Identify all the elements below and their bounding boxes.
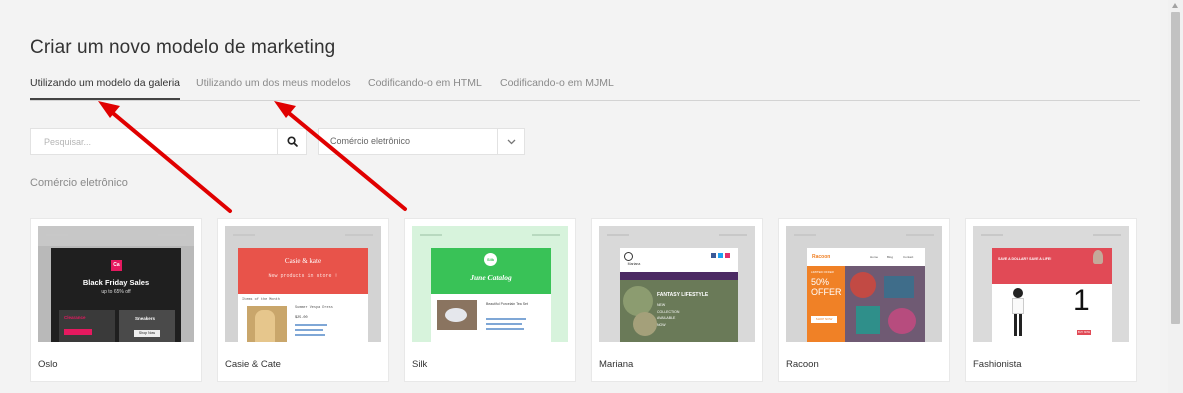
category-select[interactable]: Comércio eletrônico [318,128,525,155]
racoon-nav-home: Home [870,255,879,259]
oslo-button: Shop Now [134,330,160,337]
tab-html-code[interactable]: Codificando-o em HTML [368,77,482,89]
casie-product: Summer Vespa Dress [295,306,333,310]
oslo-subline: up to 65% off [101,289,131,295]
racoon-nav-contact: Contact [903,255,914,259]
template-name: Silk [412,359,428,370]
fashionista-button: BUY NOW [1077,330,1091,335]
oslo-tile-right: Sneakers [135,316,156,321]
fashionista-tagline: SAVE A DOLLAR? SAVE A LIFE! [998,257,1052,261]
chevron-down-icon [507,139,515,144]
racoon-logo: Racoon [812,254,831,260]
template-name: Mariana [599,359,634,370]
template-card-fashionista[interactable]: SAVE A DOLLAR? SAVE A LIFE! 1 BUY NOW Fa… [965,218,1137,382]
mariana-headline: FANTASY LIFESTYLE [657,292,709,298]
silk-headline: June Catalog [470,273,512,282]
category-select-value: Comércio eletrônico [330,136,411,146]
template-preview-oslo: Ca Black Friday Sales up to 65% off Clea… [38,226,194,342]
tab-bar: Utilizando um modelo da galeria Utilizan… [30,77,1140,101]
template-preview-mariana: Mariana FANTASY LIFESTYLE NEW COLLECTION… [599,226,755,342]
mariana-list: NEW COLLECTION AVAILABLE NOW [657,302,679,329]
mariana-logo: Mariana [627,262,641,266]
oslo-headline: Black Friday Sales [82,278,150,287]
tab-gallery-templates[interactable]: Utilizando um modelo da galeria [30,77,180,100]
template-card-racoon[interactable]: Racoon Home Blog Contact LIMITED OFFER 5… [778,218,950,382]
template-card-silk[interactable]: Silk June Catalog Beautiful Porcelain Te… [404,218,576,382]
tab-mjml-code[interactable]: Codificando-o em MJML [500,77,614,89]
oslo-logo: Ca [111,260,122,271]
casie-section: Items of the Month [242,298,280,302]
page-title: Criar um novo modelo de marketing [30,37,336,58]
category-select-toggle[interactable] [497,129,524,154]
casie-banner-text: New products in store ! [268,273,338,279]
template-name: Fashionista [973,359,1022,370]
template-card-casie-cate[interactable]: Casie & kate New products in store ! Ite… [217,218,389,382]
template-preview-silk: Silk June Catalog Beautiful Porcelain Te… [412,226,568,342]
template-preview-racoon: Racoon Home Blog Contact LIMITED OFFER 5… [786,226,942,342]
arrowhead-icon [274,101,296,118]
search-input[interactable] [31,129,278,154]
search-icon [286,136,298,147]
template-preview-fashionista: SAVE A DOLLAR? SAVE A LIFE! 1 BUY NOW [973,226,1129,342]
search-box [30,128,307,155]
oslo-tile-left: Clearance [64,315,86,320]
racoon-nav-blog: Blog [887,255,894,259]
annotation-arrow [282,107,407,211]
racoon-offer-big: 50% [811,277,830,287]
tab-my-templates[interactable]: Utilizando um dos meus modelos [196,77,351,89]
annotation-arrow [106,107,232,213]
silk-product: Beautiful Porcelain Tea Set [486,302,528,306]
template-card-mariana[interactable]: Mariana FANTASY LIFESTYLE NEW COLLECTION… [591,218,763,382]
template-preview-casie-cate: Casie & kate New products in store ! Ite… [225,226,381,342]
scrollbar-thumb[interactable] [1171,12,1180,324]
vertical-scrollbar[interactable] [1168,0,1183,393]
search-button[interactable] [277,129,306,154]
silk-logo: Silk [484,253,497,266]
arrowhead-icon [98,101,120,118]
racoon-button: SHOP NOW [811,316,837,323]
template-name: Racoon [786,359,819,370]
mariana-list-item: AVAILABLE [657,316,676,321]
fashionista-number: 1 [1073,284,1090,317]
scroll-up-arrow-icon[interactable] [1172,3,1178,8]
template-card-oslo[interactable]: Ca Black Friday Sales up to 65% off Clea… [30,218,202,382]
template-name: Oslo [38,359,58,370]
section-heading: Comércio eletrônico [30,177,128,189]
template-name: Casie & Cate [225,359,281,370]
casie-price: $25.00 [295,316,308,320]
casie-logo: Casie & kate [284,257,322,265]
mariana-list-item: NOW [657,322,666,327]
mariana-list-item: COLLECTION [657,309,680,314]
racoon-tag: LIMITED OFFER [811,270,834,274]
racoon-offer-word: OFFER [811,287,842,297]
mariana-list-item: NEW [657,303,666,307]
